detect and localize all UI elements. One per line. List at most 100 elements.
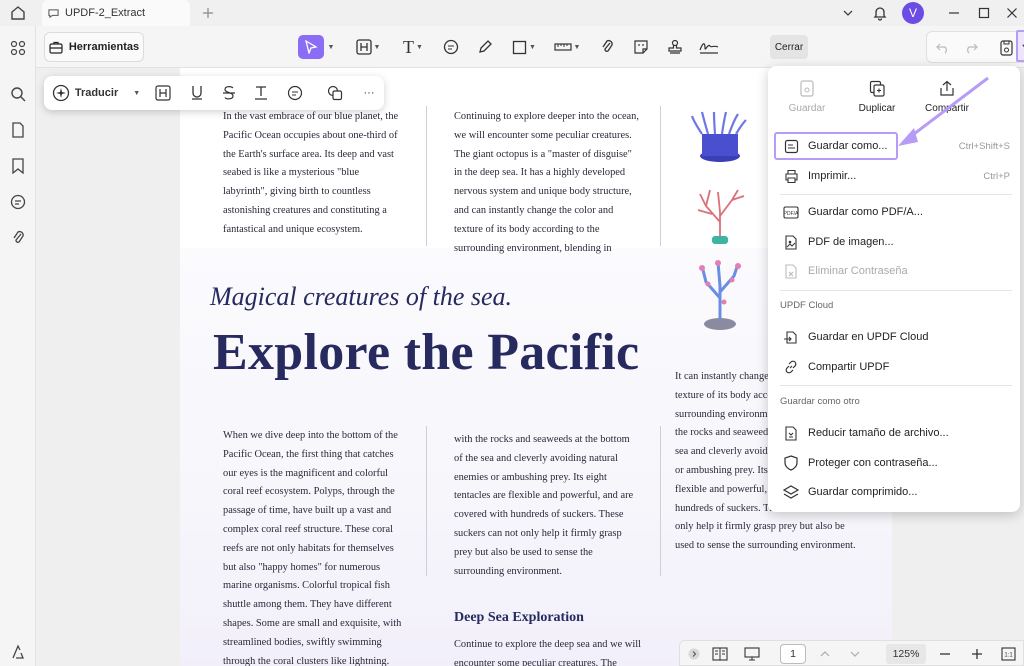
- copy-icon[interactable]: [324, 81, 346, 105]
- toolbox-icon: [49, 41, 63, 54]
- comment-icon[interactable]: [440, 35, 462, 59]
- reducir-item[interactable]: Reducir tamaño de archivo...: [776, 420, 1014, 446]
- main-toolbar: Herramientas ▼ ▼ T ▼ ▼ ▼ Cerrar: [36, 26, 1024, 68]
- guardar-pdfa-label: Guardar como PDF/A...: [808, 206, 923, 218]
- chevron-up-icon[interactable]: [816, 644, 834, 664]
- measure-tool[interactable]: ▼: [550, 35, 584, 59]
- eliminar-contrasena-item[interactable]: Eliminar Contraseña: [776, 258, 1014, 284]
- column-1-bottom-text: When we dive deep into the bottom of the…: [223, 430, 402, 666]
- redo-icon[interactable]: [961, 36, 981, 60]
- save-icon: [799, 80, 815, 97]
- reducir-label: Reducir tamaño de archivo...: [808, 427, 949, 439]
- column-2-bottom-text: with the rocks and seaweeds at the botto…: [454, 434, 634, 577]
- imprimir-item[interactable]: Imprimir... Ctrl+P: [776, 163, 1014, 189]
- print-icon: [780, 165, 802, 187]
- guardar-como-label: Guardar como...: [808, 140, 888, 152]
- zoom-out-icon[interactable]: [936, 644, 954, 664]
- more-options-icon[interactable]: ···: [358, 81, 380, 105]
- text-tool[interactable]: T ▼: [396, 35, 430, 59]
- highlight-heading-tool[interactable]: [152, 81, 174, 105]
- save-as-icon: [780, 135, 802, 157]
- column-2-top-text: Continuing to explore deeper into the oc…: [454, 111, 639, 254]
- guardar-label: Guardar: [788, 103, 826, 114]
- cerrar-button[interactable]: Cerrar: [770, 35, 808, 59]
- proteger-item[interactable]: Proteger con contraseña...: [776, 450, 1014, 476]
- explore-title: Explore the Pacific: [213, 324, 640, 381]
- chevron-down-icon[interactable]: ▼: [325, 35, 335, 59]
- sticker-icon[interactable]: [630, 35, 652, 59]
- chevron-down-icon[interactable]: [838, 3, 858, 23]
- reduce-size-icon: [780, 422, 802, 444]
- translate-icon: [52, 84, 70, 102]
- column-1-top-text: In the vast embrace of our blue planet, …: [223, 111, 399, 235]
- menu-separator: [780, 290, 1012, 291]
- guardar-cloud-item[interactable]: Guardar en UPDF Cloud: [776, 324, 1014, 350]
- actual-size-icon[interactable]: 1:1: [998, 644, 1018, 664]
- pen-icon[interactable]: [474, 35, 496, 59]
- maximize-icon[interactable]: [974, 3, 994, 23]
- column-divider: [660, 106, 661, 246]
- text-format-toolbar: Traducir ▼ ···: [44, 76, 384, 110]
- comments-icon[interactable]: [8, 192, 28, 212]
- column-divider: [426, 106, 427, 246]
- traducir-button[interactable]: Traducir ▼: [50, 81, 142, 105]
- menu-separator: [780, 385, 1012, 386]
- undo-icon[interactable]: [933, 36, 953, 60]
- collapse-arrow-icon[interactable]: [686, 644, 702, 664]
- title-bar: UPDF-2_Extract V: [0, 0, 1024, 26]
- document-tab[interactable]: UPDF-2_Extract: [42, 0, 190, 26]
- herramientas-label: Herramientas: [68, 41, 140, 53]
- page-number-input[interactable]: 1: [780, 644, 806, 664]
- section-updf-cloud: UPDF Cloud: [780, 300, 834, 311]
- comment-icon[interactable]: [284, 81, 306, 105]
- page-view-icon[interactable]: [710, 644, 730, 664]
- menu-separator: [780, 194, 1012, 195]
- attachment-icon[interactable]: [8, 228, 28, 248]
- compartir-updf-item[interactable]: Compartir UPDF: [776, 354, 1014, 380]
- pdf-imagen-item[interactable]: PDF de imagen...: [776, 229, 1014, 255]
- close-icon[interactable]: [1002, 3, 1022, 23]
- pages-icon[interactable]: [8, 120, 28, 140]
- zoom-in-icon[interactable]: [968, 644, 986, 664]
- signature-icon[interactable]: [696, 35, 722, 59]
- bell-icon[interactable]: [870, 3, 890, 23]
- imprimir-label: Imprimir...: [808, 170, 857, 182]
- search-icon[interactable]: [8, 84, 28, 104]
- grid-icon[interactable]: [8, 38, 28, 58]
- deep-sea-text: Continue to explore the deep sea and we …: [454, 639, 641, 666]
- strikethrough-icon[interactable]: [218, 81, 240, 105]
- svg-text:1:1: 1:1: [1004, 653, 1013, 659]
- minimize-icon[interactable]: [944, 3, 964, 23]
- image-pdf-icon: [780, 231, 802, 253]
- select-tool[interactable]: [298, 35, 324, 59]
- comprimido-item[interactable]: Guardar comprimido...: [776, 479, 1014, 505]
- underline-icon[interactable]: [186, 81, 208, 105]
- presentation-icon[interactable]: [742, 644, 762, 664]
- avatar[interactable]: V: [902, 2, 924, 24]
- save-icon[interactable]: [995, 36, 1017, 60]
- imprimir-shortcut: Ctrl+P: [983, 170, 1010, 182]
- compartir-updf-label: Compartir UPDF: [808, 361, 890, 373]
- attachment-icon[interactable]: [596, 35, 618, 59]
- stamp-icon[interactable]: [664, 35, 686, 59]
- chevron-down-icon[interactable]: [846, 644, 864, 664]
- rectangle-tool[interactable]: ▼: [508, 35, 540, 59]
- guardar-button[interactable]: Guardar: [772, 80, 842, 114]
- comment-icon: [48, 8, 59, 19]
- new-tab-icon[interactable]: [198, 3, 218, 23]
- page-navigation-bar: 1 125% 1:1: [679, 640, 1024, 666]
- save-group: [926, 30, 1024, 63]
- bookmark-icon[interactable]: [8, 156, 28, 176]
- zoom-level[interactable]: 125%: [886, 644, 926, 664]
- highlight-heading-tool[interactable]: ▼: [354, 35, 382, 59]
- column-divider: [426, 426, 427, 576]
- save-options-chevron[interactable]: [1016, 30, 1024, 62]
- guardar-pdfa-item[interactable]: PDF/A Guardar como PDF/A...: [776, 199, 1014, 225]
- magic-subtitle: Magical creatures of the sea.: [210, 282, 513, 311]
- left-rail: [0, 26, 36, 666]
- home-icon[interactable]: [8, 3, 28, 23]
- herramientas-button[interactable]: Herramientas: [44, 32, 144, 62]
- proteger-label: Proteger con contraseña...: [808, 457, 938, 469]
- layers-icon[interactable]: [8, 642, 28, 662]
- text-underline-icon[interactable]: [250, 81, 272, 105]
